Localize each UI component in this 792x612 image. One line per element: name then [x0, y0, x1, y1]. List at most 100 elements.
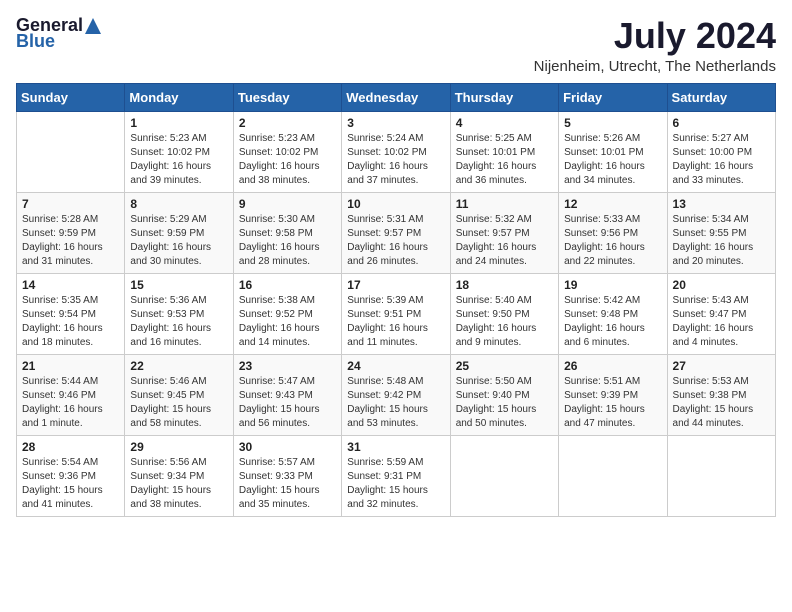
- calendar-cell: 22 Sunrise: 5:46 AM Sunset: 9:45 PM Dayli…: [125, 354, 233, 435]
- calendar-cell: [667, 435, 775, 516]
- day-number: 3: [347, 116, 444, 130]
- day-number: 14: [22, 278, 119, 292]
- day-info: Sunrise: 5:53 AM Sunset: 9:38 PM Dayligh…: [673, 375, 770, 431]
- day-info: Sunrise: 5:47 AM Sunset: 9:43 PM Dayligh…: [239, 375, 336, 431]
- calendar-cell: 23Sunrise: 5:47 AM Sunset: 9:43 PM Dayli…: [233, 354, 341, 435]
- day-number: 24: [347, 359, 444, 373]
- calendar-cell: 21Sunrise: 5:44 AM Sunset: 9:46 PM Dayli…: [17, 354, 125, 435]
- day-number: 31: [347, 440, 444, 454]
- calendar-cell: 20 Sunrise: 5:43 AM Sunset: 9:47 PM Dayli…: [667, 273, 775, 354]
- calendar-header-row: SundayMondayTuesdayWednesdayThursdayFrid…: [17, 83, 776, 111]
- day-number: 27: [673, 359, 770, 373]
- calendar-cell: 9 Sunrise: 5:30 AM Sunset: 9:58 PM Daylig…: [233, 192, 341, 273]
- day-info: Sunrise: 5:56 AM Sunset: 9:34 PM Dayligh…: [130, 456, 227, 512]
- day-info: Sunrise: 5:48 AM Sunset: 9:42 PM Dayligh…: [347, 375, 444, 431]
- location-subtitle: Nijenheim, Utrecht, The Netherlands: [534, 58, 776, 75]
- day-info: Sunrise: 5:54 AM Sunset: 9:36 PM Dayligh…: [22, 456, 119, 512]
- calendar-table: SundayMondayTuesdayWednesdayThursdayFrid…: [16, 83, 776, 517]
- day-number: 20: [673, 278, 770, 292]
- day-number: 9: [239, 197, 336, 211]
- calendar-cell: 12Sunrise: 5:33 AM Sunset: 9:56 PM Dayli…: [559, 192, 667, 273]
- day-info: Sunrise: 5:25 AM Sunset: 10:01 PM Daylig…: [456, 132, 553, 188]
- day-info: Sunrise: 5:28 AM Sunset: 9:59 PM Dayligh…: [22, 213, 119, 269]
- day-info: Sunrise: 5:59 AM Sunset: 9:31 PM Dayligh…: [347, 456, 444, 512]
- calendar-cell: 5Sunrise: 5:26 AM Sunset: 10:01 PM Dayli…: [559, 111, 667, 192]
- calendar-week-row: 28 Sunrise: 5:54 AM Sunset: 9:36 PM Dayli…: [17, 435, 776, 516]
- title-block: July 2024 Nijenheim, Utrecht, The Nether…: [534, 16, 776, 75]
- day-number: 13: [673, 197, 770, 211]
- day-number: 6: [673, 116, 770, 130]
- calendar-cell: 17 Sunrise: 5:39 AM Sunset: 9:51 PM Dayli…: [342, 273, 450, 354]
- calendar-cell: 24 Sunrise: 5:48 AM Sunset: 9:42 PM Dayli…: [342, 354, 450, 435]
- month-year-title: July 2024: [534, 16, 776, 56]
- calendar-day-header: Sunday: [17, 83, 125, 111]
- day-number: 16: [239, 278, 336, 292]
- calendar-cell: 10 Sunrise: 5:31 AM Sunset: 9:57 PM Dayli…: [342, 192, 450, 273]
- day-number: 21: [22, 359, 119, 373]
- day-info: Sunrise: 5:26 AM Sunset: 10:01 PM Daylig…: [564, 132, 661, 188]
- calendar-week-row: 1 Sunrise: 5:23 AM Sunset: 10:02 PM Dayli…: [17, 111, 776, 192]
- day-info: Sunrise: 5:50 AM Sunset: 9:40 PM Dayligh…: [456, 375, 553, 431]
- day-info: Sunrise: 5:36 AM Sunset: 9:53 PM Dayligh…: [130, 294, 227, 350]
- calendar-cell: [450, 435, 558, 516]
- calendar-day-header: Wednesday: [342, 83, 450, 111]
- calendar-cell: 30 Sunrise: 5:57 AM Sunset: 9:33 PM Dayli…: [233, 435, 341, 516]
- logo-triangle-icon: [83, 16, 103, 36]
- day-info: Sunrise: 5:27 AM Sunset: 10:00 PM Daylig…: [673, 132, 770, 188]
- day-info: Sunrise: 5:51 AM Sunset: 9:39 PM Dayligh…: [564, 375, 661, 431]
- day-info: Sunrise: 5:40 AM Sunset: 9:50 PM Dayligh…: [456, 294, 553, 350]
- day-info: Sunrise: 5:38 AM Sunset: 9:52 PM Dayligh…: [239, 294, 336, 350]
- calendar-cell: 13Sunrise: 5:34 AM Sunset: 9:55 PM Dayli…: [667, 192, 775, 273]
- day-info: Sunrise: 5:33 AM Sunset: 9:56 PM Dayligh…: [564, 213, 661, 269]
- calendar-cell: 19Sunrise: 5:42 AM Sunset: 9:48 PM Dayli…: [559, 273, 667, 354]
- day-number: 28: [22, 440, 119, 454]
- calendar-cell: 25 Sunrise: 5:50 AM Sunset: 9:40 PM Dayli…: [450, 354, 558, 435]
- day-number: 2: [239, 116, 336, 130]
- calendar-day-header: Tuesday: [233, 83, 341, 111]
- calendar-day-header: Saturday: [667, 83, 775, 111]
- calendar-cell: 2Sunrise: 5:23 AM Sunset: 10:02 PM Dayli…: [233, 111, 341, 192]
- day-info: Sunrise: 5:29 AM Sunset: 9:59 PM Dayligh…: [130, 213, 227, 269]
- day-number: 26: [564, 359, 661, 373]
- day-info: Sunrise: 5:39 AM Sunset: 9:51 PM Dayligh…: [347, 294, 444, 350]
- day-number: 17: [347, 278, 444, 292]
- day-number: 4: [456, 116, 553, 130]
- calendar-cell: 11 Sunrise: 5:32 AM Sunset: 9:57 PM Dayli…: [450, 192, 558, 273]
- calendar-cell: 16 Sunrise: 5:38 AM Sunset: 9:52 PM Dayli…: [233, 273, 341, 354]
- calendar-cell: 27 Sunrise: 5:53 AM Sunset: 9:38 PM Dayli…: [667, 354, 775, 435]
- calendar-cell: 15 Sunrise: 5:36 AM Sunset: 9:53 PM Dayli…: [125, 273, 233, 354]
- calendar-cell: [559, 435, 667, 516]
- calendar-cell: 4 Sunrise: 5:25 AM Sunset: 10:01 PM Dayli…: [450, 111, 558, 192]
- calendar-cell: 3Sunrise: 5:24 AM Sunset: 10:02 PM Dayli…: [342, 111, 450, 192]
- calendar-cell: 14 Sunrise: 5:35 AM Sunset: 9:54 PM Dayli…: [17, 273, 125, 354]
- calendar-cell: 8 Sunrise: 5:29 AM Sunset: 9:59 PM Daylig…: [125, 192, 233, 273]
- day-number: 7: [22, 197, 119, 211]
- day-info: Sunrise: 5:31 AM Sunset: 9:57 PM Dayligh…: [347, 213, 444, 269]
- calendar-week-row: 14 Sunrise: 5:35 AM Sunset: 9:54 PM Dayli…: [17, 273, 776, 354]
- day-number: 15: [130, 278, 227, 292]
- day-number: 19: [564, 278, 661, 292]
- day-number: 1: [130, 116, 227, 130]
- calendar-cell: 1 Sunrise: 5:23 AM Sunset: 10:02 PM Dayli…: [125, 111, 233, 192]
- day-number: 30: [239, 440, 336, 454]
- day-info: Sunrise: 5:46 AM Sunset: 9:45 PM Dayligh…: [130, 375, 227, 431]
- day-number: 11: [456, 197, 553, 211]
- day-info: Sunrise: 5:35 AM Sunset: 9:54 PM Dayligh…: [22, 294, 119, 350]
- day-number: 10: [347, 197, 444, 211]
- day-info: Sunrise: 5:57 AM Sunset: 9:33 PM Dayligh…: [239, 456, 336, 512]
- day-number: 25: [456, 359, 553, 373]
- day-info: Sunrise: 5:23 AM Sunset: 10:02 PM Daylig…: [130, 132, 227, 188]
- day-number: 18: [456, 278, 553, 292]
- calendar-cell: 6 Sunrise: 5:27 AM Sunset: 10:00 PM Dayli…: [667, 111, 775, 192]
- day-info: Sunrise: 5:43 AM Sunset: 9:47 PM Dayligh…: [673, 294, 770, 350]
- calendar-cell: 31 Sunrise: 5:59 AM Sunset: 9:31 PM Dayli…: [342, 435, 450, 516]
- day-number: 22: [130, 359, 227, 373]
- calendar-day-header: Monday: [125, 83, 233, 111]
- day-info: Sunrise: 5:30 AM Sunset: 9:58 PM Dayligh…: [239, 213, 336, 269]
- day-info: Sunrise: 5:32 AM Sunset: 9:57 PM Dayligh…: [456, 213, 553, 269]
- day-number: 29: [130, 440, 227, 454]
- calendar-cell: 7 Sunrise: 5:28 AM Sunset: 9:59 PM Daylig…: [17, 192, 125, 273]
- day-number: 8: [130, 197, 227, 211]
- calendar-cell: [17, 111, 125, 192]
- calendar-cell: 18 Sunrise: 5:40 AM Sunset: 9:50 PM Dayli…: [450, 273, 558, 354]
